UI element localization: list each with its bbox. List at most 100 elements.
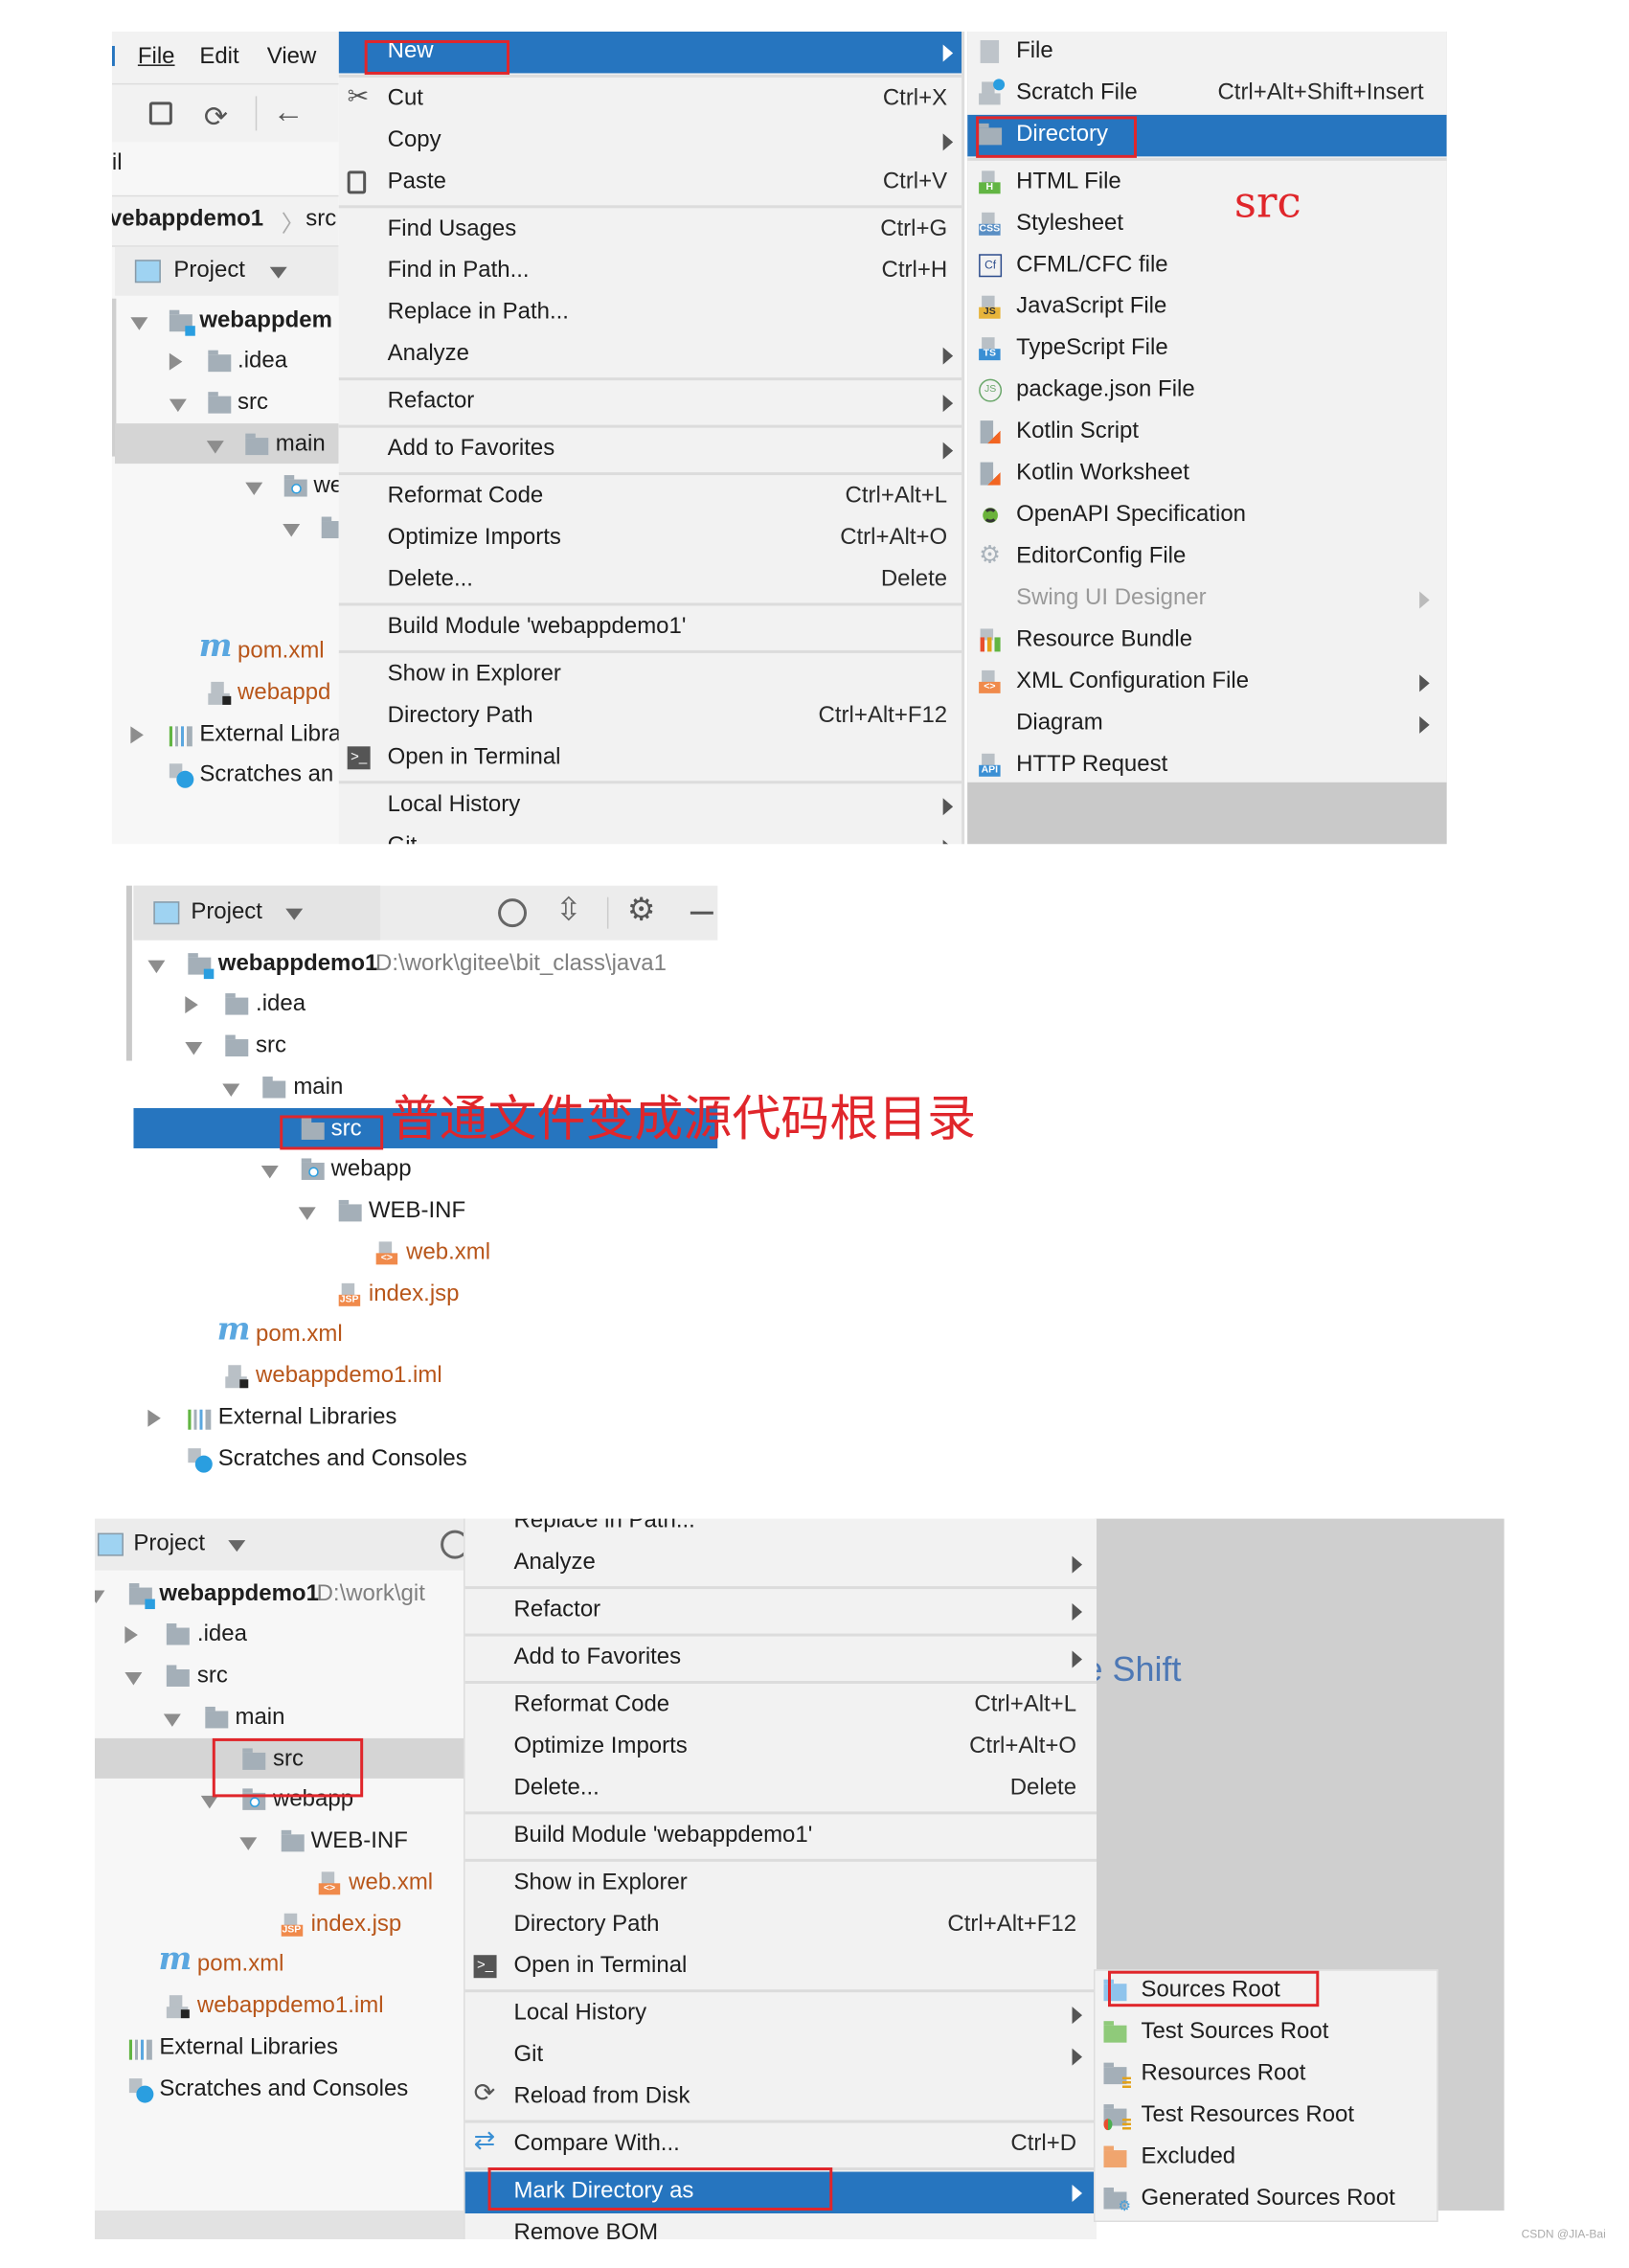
menu-item-paste[interactable]: Paste Ctrl+V [339,162,962,203]
menu-item-open-in-terminal[interactable]: >_ Open in Terminal [465,1945,1097,1986]
menu-item-openapi-specification[interactable]: OpenAPI Specification [967,495,1447,536]
menu-item-analyze[interactable]: Analyze [339,334,962,375]
menu-item-resource-bundle[interactable]: Resource Bundle [967,620,1447,661]
collapse-arrow-icon[interactable] [124,1626,139,1644]
menu-item-scratch-file[interactable]: Scratch File Ctrl+Alt+Shift+Insert [967,73,1447,114]
tree-item[interactable]: .idea [95,1615,464,1656]
menu-item-package-json-file[interactable]: JS package.json File [967,371,1447,412]
menu-edit[interactable]: Edit [199,44,238,70]
expand-arrow-icon[interactable] [185,1042,203,1055]
tree-item[interactable]: <> web.xml [95,1863,464,1904]
menu-item-reformat-code[interactable]: Reformat Code Ctrl+Alt+L [465,1685,1097,1726]
menu-item-add-to-favorites[interactable]: Add to Favorites [339,429,962,470]
menu-item-find-usages[interactable]: Find Usages Ctrl+G [339,210,962,251]
tree-item[interactable]: External Libraries [95,2028,464,2069]
menu-view[interactable]: View [267,44,317,70]
expand-arrow-icon[interactable] [238,1837,257,1850]
menu-item-remove-bom[interactable]: Remove BOM [465,2212,1097,2239]
back-arrow-icon[interactable]: ← [273,93,305,130]
project-view-selector[interactable]: Project [191,900,262,926]
tree-item[interactable]: we [115,466,339,508]
project-view-selector[interactable]: Project [133,1531,205,1557]
menu-item-build-module-webappdemo1[interactable]: Build Module 'webappdemo1' [465,1815,1097,1856]
tree-item[interactable]: .idea [133,985,717,1026]
project-view-selector[interactable]: Project [173,259,245,284]
menu-item-show-in-explorer[interactable]: Show in Explorer [465,1863,1097,1904]
tree-item[interactable] [115,508,339,549]
menu-item-optimize-imports[interactable]: Optimize Imports Ctrl+Alt+O [465,1726,1097,1767]
menu-item-diagram[interactable]: Diagram [967,703,1447,744]
collapse-arrow-icon[interactable] [130,725,144,743]
menu-item-resources-root[interactable]: Resources Root [1096,2054,1437,2096]
menu-item-show-in-explorer[interactable]: Show in Explorer [339,654,962,695]
tree-item[interactable]: JSP [115,590,339,631]
collapse-all-icon[interactable]: ⇳ [555,892,582,929]
menu-item-analyze[interactable]: Analyze [465,1542,1097,1583]
menu-item-excluded[interactable]: Excluded [1096,2138,1437,2179]
expand-arrow-icon[interactable] [222,1083,240,1097]
tree-item[interactable]: m pom.xml [133,1314,717,1356]
menu-item-git[interactable]: Git [339,827,962,845]
tree-item[interactable]: External Libraries [133,1397,717,1439]
menu-item-replace-in-path[interactable]: Replace in Path... [339,293,962,334]
scrollbar[interactable] [125,885,132,1061]
menu-item-reformat-code[interactable]: Reformat Code Ctrl+Alt+L [339,477,962,518]
menu-item-open-in-terminal[interactable]: >_ Open in Terminal [339,737,962,779]
tree-item[interactable]: webappdemo1.iml [133,1356,717,1397]
tree-item[interactable]: webappdem [115,301,339,342]
tree-item[interactable]: Scratches and Consoles [95,2069,464,2110]
menu-item-kotlin-script[interactable]: Kotlin Script [967,412,1447,453]
tree-item[interactable]: Scratches and Consoles [133,1439,717,1480]
menu-item-test-sources-root[interactable]: Test Sources Root [1096,2012,1437,2053]
collapse-arrow-icon[interactable] [185,996,199,1014]
chevron-down-icon[interactable] [285,908,304,920]
tree-item[interactable]: <> web.xml [133,1233,717,1274]
crosshair-icon[interactable] [498,898,528,928]
tree-item[interactable]: JSP index.jsp [133,1274,717,1315]
tree-item[interactable]: External Libra [115,714,339,756]
expand-arrow-icon[interactable] [260,1166,279,1179]
minimize-icon[interactable] [690,911,713,915]
tree-item[interactable]: src [95,1656,464,1697]
expand-arrow-icon[interactable] [130,316,148,329]
tree-item[interactable]: WEB-INF [133,1191,717,1233]
tree-item[interactable]: webappdemo1 D:\work\gitee\bit_class\java1 [133,943,717,985]
tree-item[interactable]: main [95,1698,464,1739]
tree-item[interactable]: m pom.xml [95,1944,464,1986]
tree-item[interactable]: src [133,1027,717,1068]
menu-item-find-in-path[interactable]: Find in Path... Ctrl+H [339,251,962,292]
menu-item-reload-from-disk[interactable]: ⟳ Reload from Disk [465,2076,1097,2118]
expand-arrow-icon[interactable] [169,398,187,413]
menu-item-refactor[interactable]: Refactor [465,1590,1097,1631]
menu-item-git[interactable]: Git [465,2034,1097,2075]
expand-arrow-icon[interactable] [283,523,301,536]
tree-item[interactable]: m pom.xml [115,630,339,672]
expand-arrow-icon[interactable] [244,482,262,495]
menu-item-local-history[interactable]: Local History [465,1993,1097,2034]
tree-item[interactable]: webappd [115,672,339,714]
menu-item-refactor[interactable]: Refactor [339,382,962,423]
collapse-arrow-icon[interactable] [169,353,182,372]
menu-file[interactable]: File [138,44,175,70]
tree-item[interactable]: main [115,424,339,465]
expand-arrow-icon[interactable] [206,440,224,454]
menu-item-build-module-webappdemo1[interactable]: Build Module 'webappdemo1' [339,607,962,648]
expand-arrow-icon[interactable] [201,1796,219,1809]
breadcrumb-project[interactable]: vebappdemo1 [112,207,263,233]
menu-item-replace-in-path[interactable]: Replace in Path... [465,1519,1097,1543]
menu-item-editorconfig-file[interactable]: ⚙ EditorConfig File [967,537,1447,578]
expand-arrow-icon[interactable] [298,1207,316,1220]
menu-item-stylesheet[interactable]: CSS Stylesheet [967,204,1447,245]
menu-item-compare-with[interactable]: ⇄ Compare With... Ctrl+D [465,2123,1097,2165]
chevron-down-icon[interactable] [228,1540,246,1553]
menu-item-test-resources-root[interactable]: Test Resources Root [1096,2096,1437,2137]
tree-item[interactable]: webappdemo1 D:\work\git [94,1574,464,1615]
menu-item-xml-configuration-file[interactable]: <> XML Configuration File [967,662,1447,703]
expand-arrow-icon[interactable] [147,959,166,973]
menu-item-directory-path[interactable]: Directory Path Ctrl+Alt+F12 [465,1904,1097,1945]
menu-item-delete[interactable]: Delete... Delete [465,1768,1097,1809]
sync-icon[interactable]: ⟳ [204,99,228,134]
menu-item-cut[interactable]: ✂ Cut Ctrl+X [339,79,962,120]
menu-item-http-request[interactable]: API HTTP Request [967,745,1447,782]
menu-item-html-file[interactable]: H HTML File [967,162,1447,203]
